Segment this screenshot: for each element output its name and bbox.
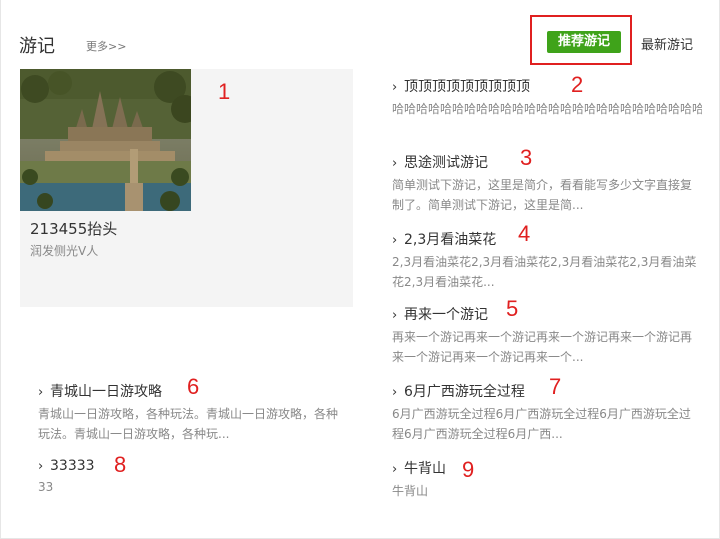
list-item-desc: 哈哈哈哈哈哈哈哈哈哈哈哈哈哈哈哈哈哈哈哈哈哈哈哈哈哈 [392, 102, 702, 116]
chevron-right-icon: › [38, 385, 44, 400]
list-item-desc: 33 [38, 480, 54, 494]
list-item-title[interactable]: › 再来一个游记 [392, 304, 698, 324]
list-item[interactable]: › 思途测试游记 简单测试下游记，这里是简介，看看能写多少文字直接复制了。简单测试… [392, 152, 698, 215]
featured-card[interactable]: 213455抬头 润发侧光V人 [20, 69, 353, 307]
more-link[interactable]: 更多>> [86, 38, 126, 54]
tab-latest[interactable]: 最新游记 [641, 34, 693, 53]
list-item[interactable]: › 2,3月看油菜花 2,3月看油菜花2,3月看油菜花2,3月看油菜花2,3月看油… [392, 229, 698, 292]
chevron-right-icon: › [392, 462, 398, 477]
tab-recommended[interactable]: 推荐游记 [547, 31, 621, 53]
chevron-right-icon: › [392, 308, 398, 323]
list-item-title[interactable]: › 思途测试游记 [392, 152, 698, 172]
list-item-desc: 简单测试下游记，这里是简介，看看能写多少文字直接复制了。简单测试下游记，这里是简… [392, 178, 693, 212]
annotation-number: 4 [518, 221, 531, 246]
annotation-number: 6 [187, 374, 200, 399]
chevron-right-icon: › [392, 385, 398, 400]
chevron-right-icon: › [38, 459, 44, 474]
annotation-number: 7 [549, 374, 562, 399]
list-item[interactable]: › 6月广西游玩全过程 6月广西游玩全过程6月广西游玩全过程6月广西游玩全过程6月… [392, 381, 698, 444]
chevron-right-icon: › [392, 80, 398, 95]
list-item-title[interactable]: › 33333 [38, 458, 238, 474]
featured-author: 润发侧光V人 [30, 244, 99, 258]
chevron-right-icon: › [392, 156, 398, 171]
annotation-number: 1 [218, 79, 231, 104]
list-item-title[interactable]: › 牛背山 [392, 458, 592, 478]
list-item-desc: 2,3月看油菜花2,3月看油菜花2,3月看油菜花2,3月看油菜花2,3月看油菜花… [392, 255, 697, 289]
annotation-number: 3 [520, 145, 533, 170]
list-item[interactable]: › 顶顶顶顶顶顶顶顶顶 哈哈哈哈哈哈哈哈哈哈哈哈哈哈哈哈哈哈哈哈哈哈哈哈哈哈 [392, 76, 702, 119]
annotation-number: 5 [506, 296, 519, 321]
list-item-desc: 青城山一日游攻略，各种玩法。青城山一日游攻略，各种玩法。青城山一日游攻略，各种玩… [38, 407, 339, 441]
list-item-title[interactable]: › 2,3月看油菜花 [392, 229, 698, 249]
annotation-number: 2 [571, 72, 584, 97]
list-item-desc: 6月广西游玩全过程6月广西游玩全过程6月广西游玩全过程6月广西游玩全过程6月广西… [392, 407, 691, 441]
list-item-title[interactable]: › 6月广西游玩全过程 [392, 381, 698, 401]
chevron-right-icon: › [392, 233, 398, 248]
list-item[interactable]: › 再来一个游记 再来一个游记再来一个游记再来一个游记再来一个游记再来一个游记再来… [392, 304, 698, 367]
list-item-desc: 再来一个游记再来一个游记再来一个游记再来一个游记再来一个游记再来一个游记再来一个… [392, 330, 693, 364]
list-item[interactable]: › 33333 33 [38, 458, 238, 497]
section-title: 游记 [19, 36, 55, 57]
annotation-number: 8 [114, 452, 127, 477]
annotation-number: 9 [462, 457, 475, 482]
list-item-title[interactable]: › 顶顶顶顶顶顶顶顶顶 [392, 76, 702, 96]
list-item-desc: 牛背山 [392, 484, 429, 498]
featured-title[interactable]: 213455抬头 [30, 218, 117, 239]
list-item[interactable]: › 牛背山 牛背山 [392, 458, 592, 501]
temple-photo[interactable] [20, 69, 191, 211]
